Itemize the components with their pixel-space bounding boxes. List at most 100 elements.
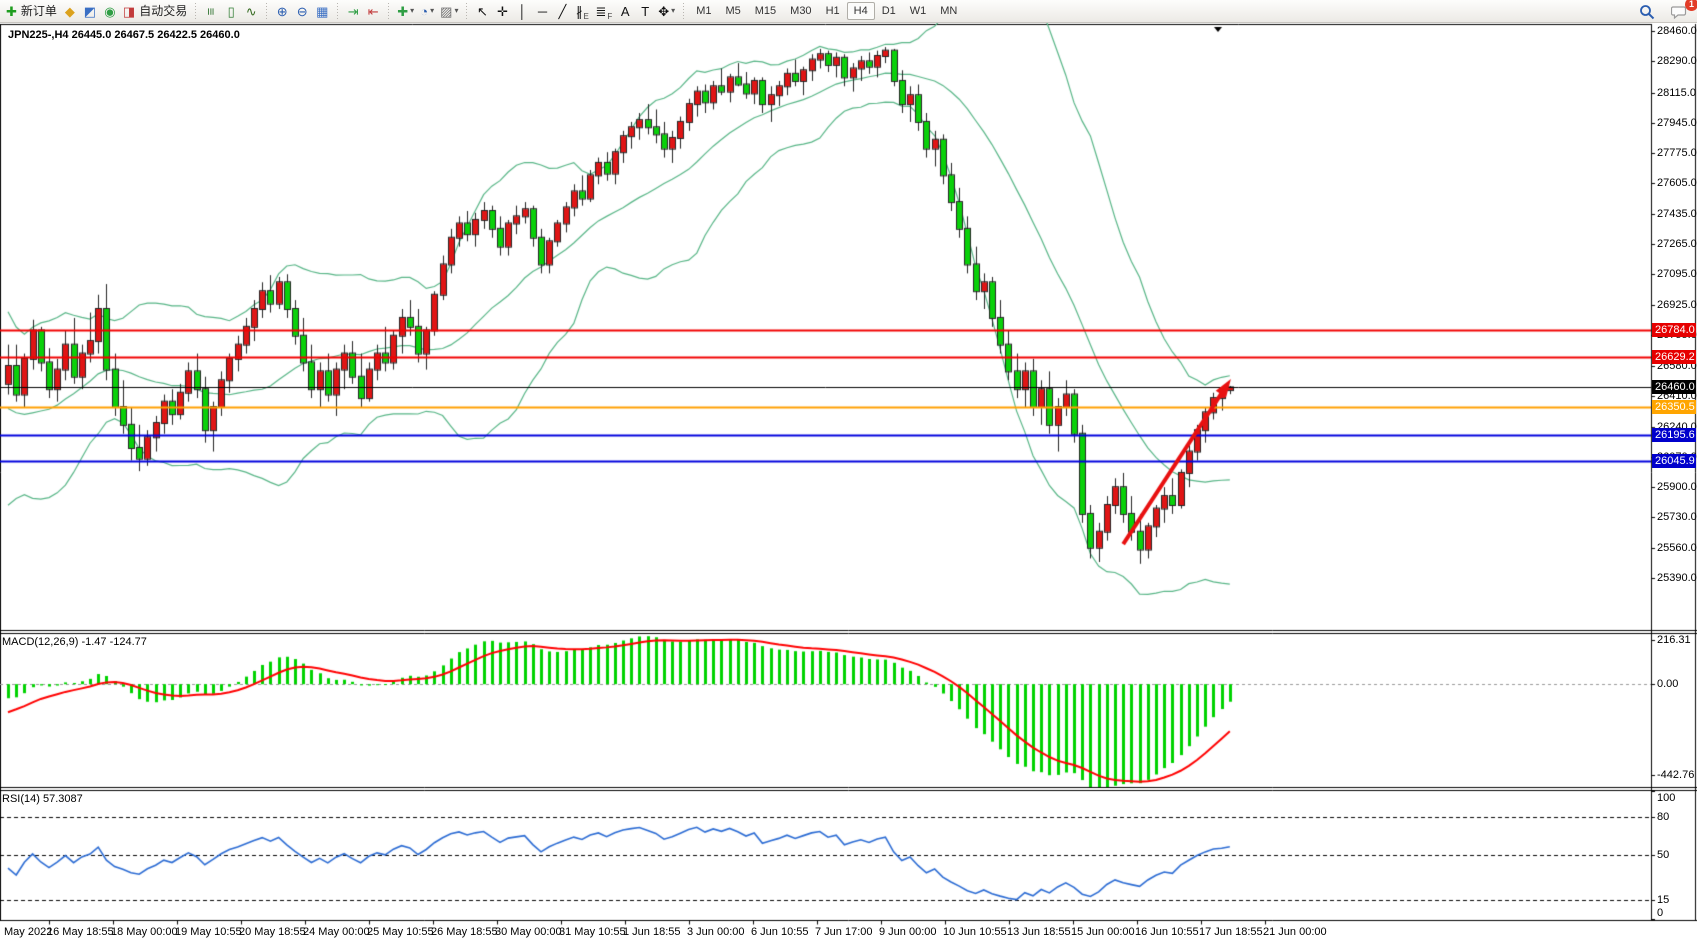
time-tick-label: 16 May 18:55	[47, 926, 114, 938]
channel-button[interactable]: ∦E	[572, 1, 592, 21]
toolbar-separator	[464, 3, 469, 20]
navigator-button[interactable]: ◩	[80, 1, 100, 21]
crosshair-button[interactable]: ✛	[492, 1, 512, 21]
time-tick-label: 25 May 10:55	[367, 926, 434, 938]
periods-button[interactable]: ◔▾	[417, 1, 437, 21]
price-tick-label: 26925.0	[1657, 299, 1697, 312]
time-tick-label: 19 May 10:55	[175, 926, 242, 938]
timeframe-m1[interactable]: M1	[689, 2, 718, 20]
market-watch-button[interactable]: ◆	[60, 1, 80, 21]
navigator-icon: ◩	[84, 5, 96, 18]
zoom-out-button[interactable]: ⊖	[292, 1, 312, 21]
chart-canvas[interactable]	[0, 23, 1697, 944]
horizontal-line-button[interactable]: ─	[532, 1, 552, 21]
time-tick-label: 10 Jun 10:55	[943, 926, 1007, 938]
indicators-icon: ✚	[397, 5, 408, 18]
auto-trading-icon: ◨	[123, 5, 135, 18]
timeframe-h4[interactable]: H4	[847, 2, 875, 20]
candlestick-chart-button[interactable]: ▯	[221, 1, 241, 21]
toolbar-separator	[193, 3, 198, 20]
bar-chart-icon: ≡	[205, 7, 218, 15]
chart-shift-button[interactable]: ⇤	[363, 1, 383, 21]
dropdown-caret-icon: ▾	[671, 7, 675, 15]
arrows-icon: ✥	[658, 5, 669, 18]
rsi-tick-label: 15	[1657, 894, 1669, 907]
macd-tick-label: -442.76	[1657, 769, 1694, 782]
price-tick-label: 27435.0	[1657, 208, 1697, 221]
notification-badge: 1	[1685, 0, 1697, 11]
price-tick-label: 27945.0	[1657, 117, 1697, 130]
timeframe-h1[interactable]: H1	[819, 2, 847, 20]
templates-icon: ▨	[440, 5, 452, 18]
toolbar-separator	[386, 3, 391, 20]
auto-trading-button-label: 自动交易	[139, 5, 187, 17]
chat-icon[interactable]: 1	[1668, 2, 1691, 22]
time-tick-label: 16 Jun 10:55	[1135, 926, 1199, 938]
timeframe-mn[interactable]: MN	[933, 2, 964, 20]
vertical-line-button[interactable]: │	[512, 1, 532, 21]
toolbar-separator	[681, 3, 686, 20]
time-tick-label: 31 May 10:55	[559, 926, 626, 938]
terminal-button[interactable]: ◉	[100, 1, 120, 21]
time-tick-label: 20 May 18:55	[239, 926, 306, 938]
cursor-icon: ↖	[477, 5, 488, 18]
tile-windows-icon: ▦	[316, 5, 328, 18]
price-tick-label: 28460.0	[1657, 25, 1697, 38]
auto-scroll-button[interactable]: ⇥	[343, 1, 363, 21]
auto-trading-button[interactable]: ◨ 自动交易	[120, 1, 190, 21]
timeframe-m15[interactable]: M15	[748, 2, 783, 20]
timeframe-m30[interactable]: M30	[783, 2, 818, 20]
candlestick-chart-icon: ▯	[228, 5, 235, 18]
price-tick-label: 25900.0	[1657, 481, 1697, 494]
zoom-in-icon: ⊕	[277, 5, 288, 18]
indicators-button[interactable]: ✚▾	[394, 1, 417, 21]
chart-window: JPN225-,H4 26445.0 26467.5 26422.5 26460…	[0, 23, 1697, 944]
time-tick-label: 7 Jun 17:00	[815, 926, 873, 938]
bar-chart-button[interactable]: ≡	[201, 1, 221, 21]
timeframe-d1[interactable]: D1	[875, 2, 903, 20]
zoom-in-button[interactable]: ⊕	[272, 1, 292, 21]
price-line-badge: 26350.5	[1652, 400, 1696, 414]
price-tick-label: 27265.0	[1657, 238, 1697, 251]
timeframe-w1[interactable]: W1	[903, 2, 934, 20]
macd-tick-label: 216.31	[1657, 634, 1691, 647]
fibonacci-icon: ≣	[595, 5, 606, 18]
rsi-tick-label: 100	[1657, 792, 1675, 805]
price-tick-label: 27095.0	[1657, 268, 1697, 281]
crosshair-icon: ✛	[497, 5, 508, 18]
new-order-button[interactable]: ✚新订单	[3, 1, 60, 21]
timeframe-m5[interactable]: M5	[718, 2, 747, 20]
toolbar-separator	[335, 3, 340, 20]
label-icon: T	[641, 5, 649, 18]
periods-icon: ◔	[420, 5, 428, 18]
time-tick-label: May 2022	[4, 926, 52, 938]
cursor-button[interactable]: ↖	[472, 1, 492, 21]
dropdown-caret-icon: ▾	[454, 7, 458, 15]
price-tick-label: 25390.0	[1657, 572, 1697, 585]
text-button[interactable]: A	[615, 1, 635, 21]
price-tick-label: 28115.0	[1657, 87, 1696, 100]
line-chart-button[interactable]: ∿	[241, 1, 261, 21]
price-tick-label: 25560.0	[1657, 542, 1697, 555]
price-tick-label: 28290.0	[1657, 55, 1697, 68]
new-order-button-label: 新订单	[21, 5, 57, 17]
price-tick-label: 27775.0	[1657, 147, 1697, 160]
arrows-button[interactable]: ✥▾	[655, 1, 678, 21]
terminal-icon: ◉	[104, 5, 115, 18]
time-tick-label: 13 Jun 18:55	[1007, 926, 1071, 938]
tile-windows-button[interactable]: ▦	[312, 1, 332, 21]
trendline-button[interactable]: ╱	[552, 1, 572, 21]
toolbar-separator	[264, 3, 269, 20]
time-tick-label: 30 May 00:00	[495, 926, 562, 938]
search-icon[interactable]	[1636, 2, 1658, 22]
label-button[interactable]: T	[635, 1, 655, 21]
channel-icon: ∦	[576, 5, 583, 18]
fibonacci-button[interactable]: ≣F	[592, 1, 615, 21]
macd-tick-label: 0.00	[1657, 678, 1678, 691]
horizontal-line-icon: ─	[538, 5, 547, 18]
vertical-line-icon: │	[518, 5, 526, 18]
templates-button[interactable]: ▨▾	[437, 1, 461, 21]
price-line-badge: 26629.2	[1652, 350, 1696, 364]
rsi-tick-label: 50	[1657, 849, 1669, 862]
text-icon: A	[621, 5, 630, 18]
